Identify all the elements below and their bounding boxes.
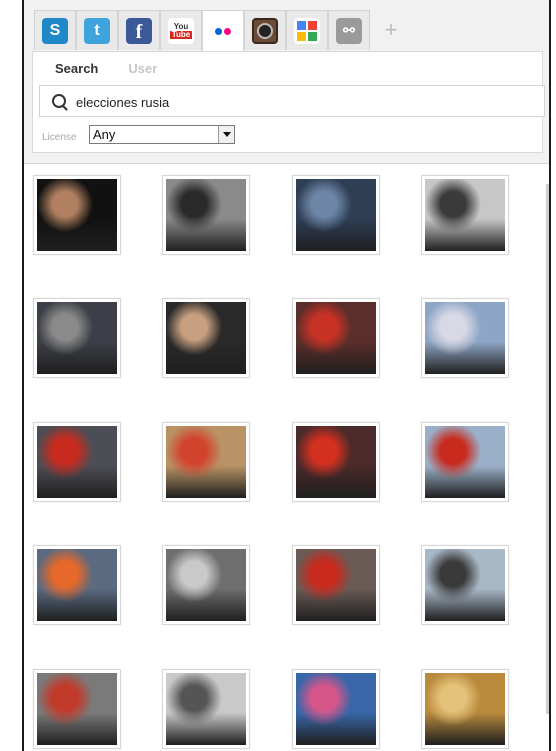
tab-youtube[interactable]: You Tube	[160, 10, 202, 50]
tab-search[interactable]: Search	[55, 61, 98, 76]
license-selected-value: Any	[93, 127, 116, 142]
flags-city-rally-photo	[425, 426, 505, 498]
photo-results-grid	[24, 164, 549, 751]
red-flags-square-photo	[296, 426, 376, 498]
red-flags-rally-photo	[37, 426, 117, 498]
photo-thumbnail[interactable]	[162, 422, 250, 502]
search-panel: Search User License Any	[32, 51, 545, 153]
photo-thumbnail[interactable]	[33, 669, 121, 749]
tab-link[interactable]: ⚯	[328, 10, 370, 50]
license-label: License	[42, 132, 77, 143]
photo-thumbnail[interactable]	[421, 422, 509, 502]
protest-gate-photo	[166, 179, 246, 251]
photo-thumbnail[interactable]	[162, 298, 250, 378]
photo-thumbnail[interactable]	[421, 669, 509, 749]
photo-thumbnail[interactable]	[421, 298, 509, 378]
service-tab-bar: St f You Tube ⚯ +	[34, 10, 412, 52]
photo-thumbnail[interactable]	[33, 545, 121, 625]
photo-thumbnail[interactable]	[292, 422, 380, 502]
banner-rally-photo	[166, 426, 246, 498]
search-box[interactable]	[39, 85, 545, 117]
election-poster-photo	[166, 673, 246, 745]
kremlin-star-photo	[37, 673, 117, 745]
search-header: Stf YouTube ⚯ + Search User License Any	[24, 0, 549, 164]
photo-thumbnail[interactable]	[33, 175, 121, 255]
photo-thumbnail[interactable]	[421, 545, 509, 625]
goodbye-putin-sign-photo	[425, 302, 505, 374]
photo-thumbnail[interactable]	[33, 422, 121, 502]
putin-poster-photo	[296, 673, 376, 745]
youtube-icon: You Tube	[168, 17, 194, 44]
instagram-camera-icon	[252, 17, 278, 44]
photo-thumbnail[interactable]	[162, 669, 250, 749]
tab-s[interactable]: S	[34, 10, 76, 50]
tab-instagram[interactable]	[244, 10, 286, 50]
scrollbar[interactable]	[546, 184, 549, 714]
tab-facebook[interactable]: f	[118, 10, 160, 50]
photo-thumbnail[interactable]	[33, 298, 121, 378]
license-select[interactable]: Any	[89, 125, 235, 144]
search-mode-tabs: Search User	[55, 61, 157, 76]
add-tab-button[interactable]: +	[370, 10, 412, 50]
tab-user[interactable]: User	[128, 61, 157, 76]
photo-thumbnail[interactable]	[421, 175, 509, 255]
photo-thumbnail[interactable]	[292, 175, 380, 255]
link-icon: ⚯	[336, 17, 362, 44]
putin-fisheye-photo	[37, 179, 117, 251]
chevron-down-icon[interactable]	[218, 126, 234, 143]
russian-flag-rally-photo	[296, 549, 376, 621]
placard-crowd-photo	[166, 549, 246, 621]
twitter-bird-icon: t	[84, 17, 110, 44]
photo-thumbnail[interactable]	[292, 545, 380, 625]
street-protest-photo	[425, 179, 505, 251]
golden-hall-photo	[425, 673, 505, 745]
tab-twitter[interactable]: t	[76, 10, 118, 50]
orange-flags-photo	[37, 549, 117, 621]
photo-thumbnail[interactable]	[162, 175, 250, 255]
red-flags-crowd-photo	[296, 302, 376, 374]
search-input[interactable]	[76, 92, 526, 112]
photo-thumbnail[interactable]	[292, 669, 380, 749]
speaker-man-photo	[166, 302, 246, 374]
facebook-icon: f	[126, 17, 152, 44]
google-icon	[294, 17, 320, 44]
photo-thumbnail[interactable]	[292, 298, 380, 378]
tab-flickr[interactable]	[202, 10, 244, 52]
flickr-icon	[210, 18, 236, 45]
photo-thumbnail[interactable]	[162, 545, 250, 625]
red-square-kremlin-photo	[425, 549, 505, 621]
tab-google[interactable]	[286, 10, 328, 50]
s-logo-icon: S	[42, 17, 68, 44]
search-icon	[52, 94, 66, 108]
riot-police-photo	[37, 302, 117, 374]
app-frame: Stf YouTube ⚯ + Search User License Any	[22, 0, 551, 751]
police-crowd-photo	[296, 179, 376, 251]
